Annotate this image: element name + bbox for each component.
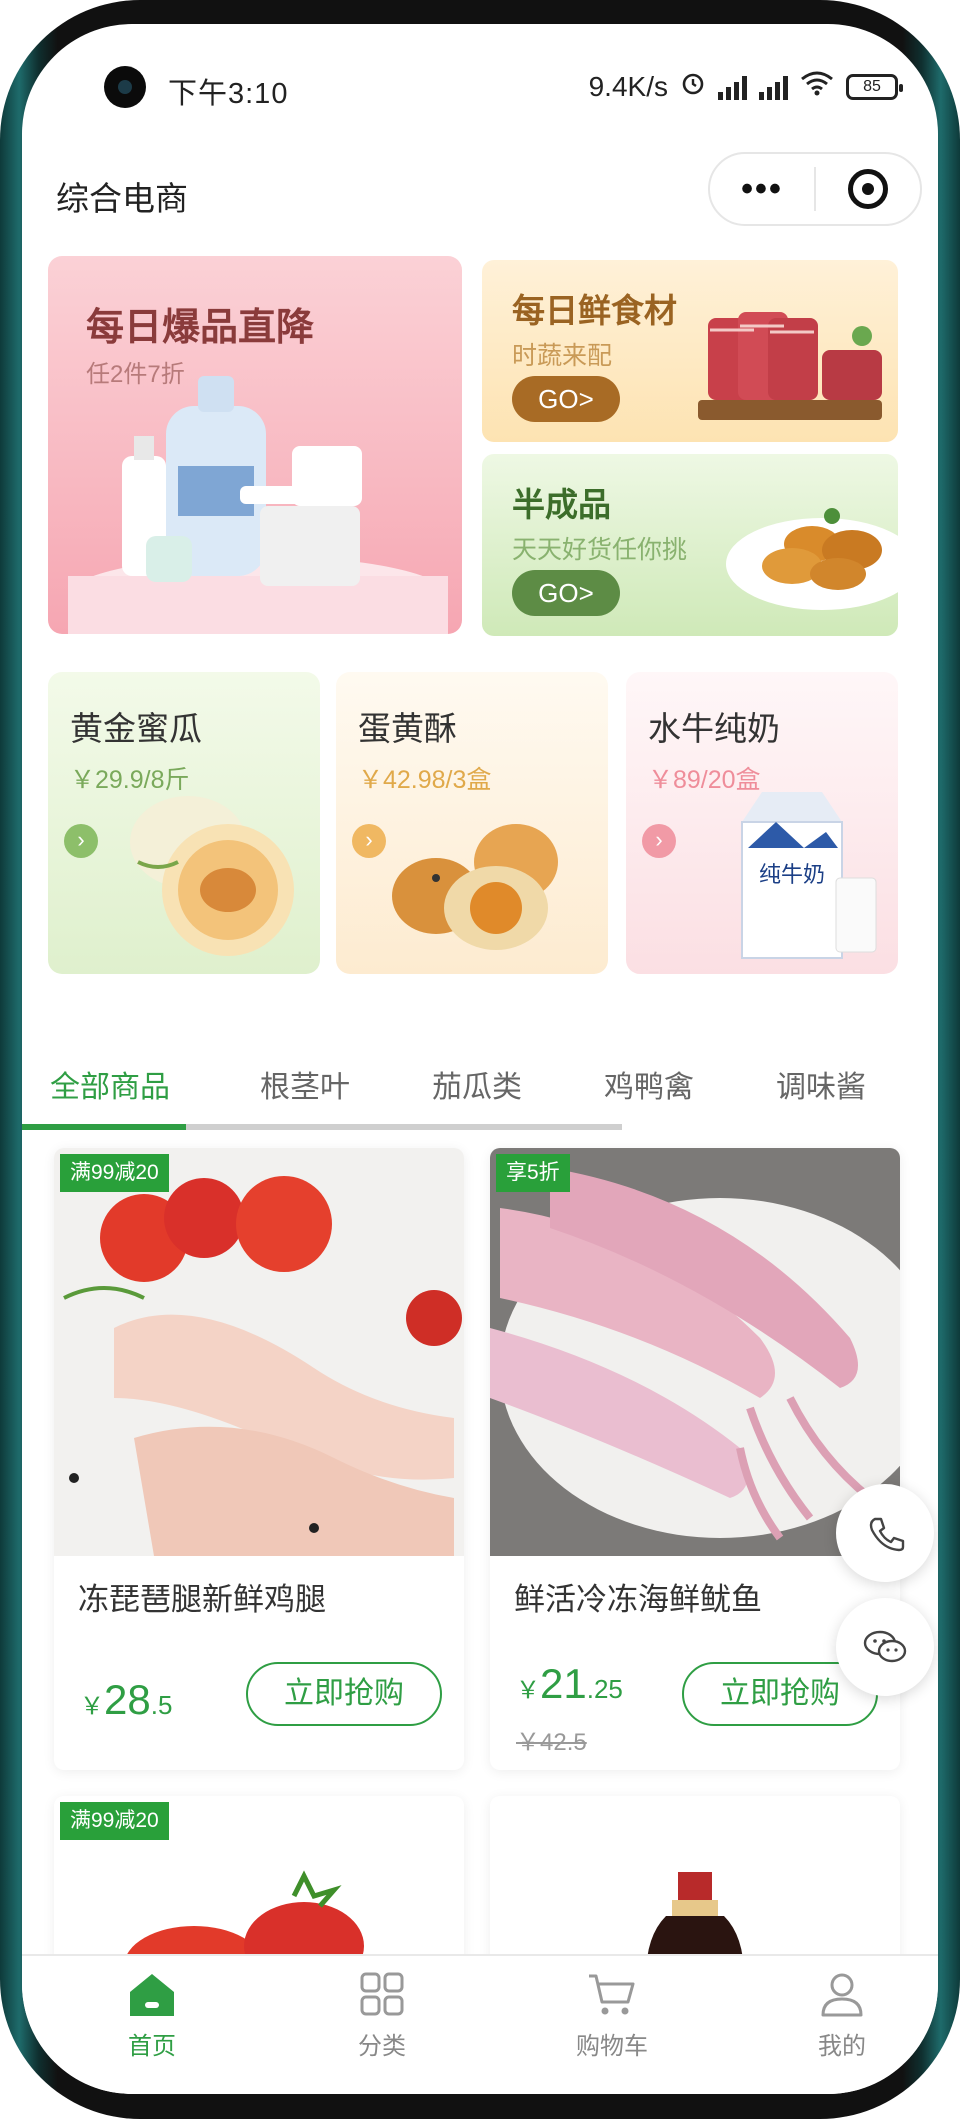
status-indicators: 9.4K/s 85 <box>588 70 903 103</box>
tab-eggplant-gourd[interactable]: 茄瓜类 <box>432 1062 522 1106</box>
featured-product-melon[interactable]: 黄金蜜瓜 ￥29.9/8斤 › <box>48 672 320 974</box>
featured-product-egg-yolk-pastry[interactable]: 蛋黄酥 ￥42.98/3盒 › <box>336 672 608 974</box>
milk-carton-image: 纯牛奶 <box>741 792 877 959</box>
bottom-tab-bar: 首页 分类 购物车 我的 <box>22 1954 938 2094</box>
wifi-icon <box>800 70 834 103</box>
tab-root-stem-leaf[interactable]: 根茎叶 <box>260 1062 350 1106</box>
app-screen: 下午3:10 9.4K/s 85 综合电商 ••• 每日爆品直降 任2件7折 每… <box>22 24 938 2094</box>
promo-tag: 满99减20 <box>60 1154 169 1192</box>
user-icon <box>821 1973 863 2017</box>
more-dots-icon[interactable]: ••• <box>710 154 814 224</box>
product-name: 鲜活冷冻海鲜鱿鱼 <box>514 1582 762 1617</box>
category-tabs: 全部商品 根茎叶 茄瓜类 鸡鸭禽 调味酱 <box>22 1034 938 1134</box>
tab-all-products[interactable]: 全部商品 <box>50 1062 170 1106</box>
tabbar-item-category[interactable]: 分类 <box>322 1970 442 2061</box>
tabbar-label: 分类 <box>358 2033 406 2060</box>
promo-semi-finished[interactable]: 半成品 天天好货任你挑 GO> <box>482 454 898 636</box>
household-products-image <box>68 376 448 634</box>
contact-phone-button[interactable] <box>836 1484 934 1582</box>
melon-image <box>130 796 294 956</box>
phone-icon <box>869 1517 905 1552</box>
original-price: ￥42.5 <box>516 1729 587 1756</box>
status-time: 下午3:10 <box>168 78 289 110</box>
close-mini-program-button[interactable] <box>816 154 920 224</box>
product-card[interactable]: 满99减20 冻琵琶腿新鲜鸡腿 ￥28.5 立即抢购 <box>54 1148 464 1770</box>
tabbar-label: 购物车 <box>576 2033 648 2060</box>
roast-chicken-image <box>726 508 898 610</box>
battery-indicator: 85 <box>846 73 903 100</box>
target-icon <box>847 169 888 209</box>
pastry-image <box>392 824 558 950</box>
page-title: 综合电商 <box>56 180 188 217</box>
price-integer: 28 <box>104 1676 151 1723</box>
cart-icon <box>589 1974 635 2015</box>
home-icon <box>130 1974 174 2016</box>
meat-image <box>698 312 882 420</box>
tab-poultry[interactable]: 鸡鸭禽 <box>604 1062 694 1106</box>
buy-now-button[interactable]: 立即抢购 <box>246 1662 442 1726</box>
network-speed: 9.4K/s <box>588 70 668 102</box>
signal-icon-2 <box>759 74 788 100</box>
mini-program-capsule: ••• <box>708 152 922 226</box>
product-name: 冻琵琶腿新鲜鸡腿 <box>78 1582 326 1617</box>
tab-condiments[interactable]: 调味酱 <box>776 1062 866 1106</box>
active-tab-indicator <box>22 1124 186 1130</box>
chicken-drumstick-image <box>54 1148 464 1556</box>
tabbar-item-mine[interactable]: 我的 <box>782 1970 902 2061</box>
promo-tag: 享5折 <box>496 1154 570 1192</box>
milk-carton-text: 纯牛奶 <box>759 863 825 888</box>
contact-chat-button[interactable] <box>836 1598 934 1696</box>
featured-product-buffalo-milk[interactable]: 水牛纯奶 ￥89/20盒 › 纯牛奶 <box>626 672 898 974</box>
chat-icon <box>863 1630 907 1663</box>
tabbar-label: 我的 <box>818 2033 866 2060</box>
price-symbol: ￥ <box>516 1677 540 1704</box>
status-bar: 下午3:10 9.4K/s 85 <box>22 24 938 134</box>
alarm-icon <box>680 70 706 103</box>
promo-tag: 满99减20 <box>60 1802 169 1840</box>
signal-icon <box>718 74 747 100</box>
product-price: ￥28.5 <box>80 1676 172 1724</box>
product-card[interactable]: 享5折 鲜活冷冻海鲜鱿鱼 ￥21.25 ￥42.5 立即抢购 <box>490 1148 900 1770</box>
price-symbol: ￥ <box>80 1693 104 1720</box>
promo-fresh-food[interactable]: 每日鲜食材 时蔬来配 GO> <box>482 260 898 442</box>
price-decimal: .5 <box>150 1690 173 1720</box>
squid-image <box>490 1148 900 1556</box>
category-grid-icon <box>360 1972 404 2016</box>
product-price: ￥21.25 <box>516 1660 623 1708</box>
tabbar-label: 首页 <box>128 2033 176 2060</box>
price-integer: 21 <box>540 1660 587 1707</box>
price-decimal: .25 <box>586 1674 623 1704</box>
promo-daily-deal[interactable]: 每日爆品直降 任2件7折 <box>48 256 462 634</box>
tabbar-item-home[interactable]: 首页 <box>92 1970 212 2061</box>
front-camera <box>104 66 146 108</box>
tabbar-item-cart[interactable]: 购物车 <box>552 1970 672 2061</box>
